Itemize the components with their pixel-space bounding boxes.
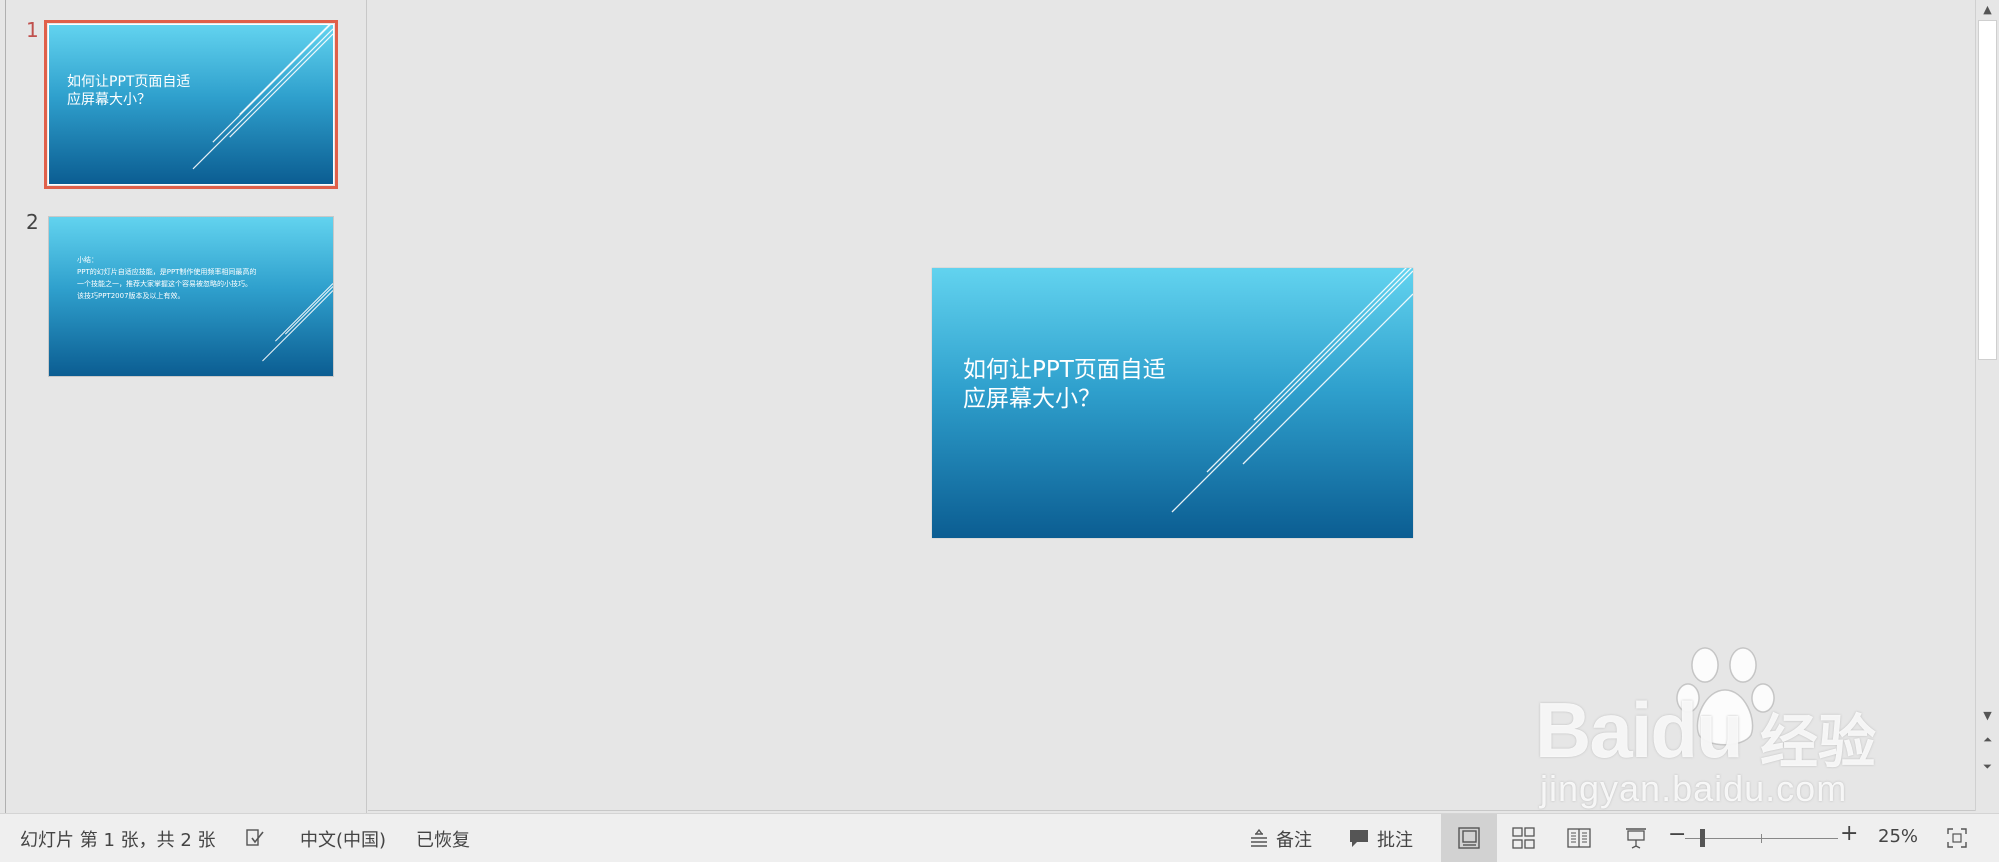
- slide-editing-area[interactable]: 如何让PPT页面自适 应屏幕大小？: [368, 0, 1975, 811]
- zoom-level[interactable]: 25%: [1878, 826, 1918, 847]
- zoom-in-icon[interactable]: +: [1840, 821, 1858, 846]
- slide-thumbnail-1[interactable]: 如何让PPT页面自适 应屏幕大小？: [44, 20, 338, 189]
- zoom-slider-handle[interactable]: [1700, 829, 1705, 847]
- vertical-scrollbar[interactable]: ▲ ▼ ⏶ ⏷: [1975, 0, 1999, 811]
- scroll-up-icon[interactable]: ▲: [1976, 0, 1999, 20]
- comments-button[interactable]: 批注: [1377, 826, 1413, 852]
- language-indicator[interactable]: 中文(中国): [300, 826, 386, 852]
- current-slide[interactable]: 如何让PPT页面自适 应屏幕大小？: [932, 268, 1413, 538]
- slide-counter[interactable]: 幻灯片 第 1 张，共 2 张: [20, 826, 216, 852]
- status-bar: 幻灯片 第 1 张，共 2 张 中文(中国) 已恢复 备注 批注 − + 25%: [0, 813, 1999, 862]
- slide-title[interactable]: 如何让PPT页面自适 应屏幕大小？: [963, 356, 1166, 414]
- slide-sorter-icon[interactable]: [1512, 826, 1536, 850]
- scroll-down-icon[interactable]: ▼: [1976, 706, 1999, 726]
- notes-icon[interactable]: [1247, 826, 1271, 850]
- slide-thumbnail-pane: 1 如何让PPT页面自适 应屏幕大小？ 2 小结： PPT的幻灯片自适应技能，是…: [0, 0, 367, 813]
- next-slide-icon[interactable]: ⏷: [1976, 757, 1999, 777]
- normal-view-button[interactable]: [1441, 814, 1497, 862]
- scrollbar-thumb[interactable]: [1978, 20, 1997, 360]
- zoom-out-icon[interactable]: −: [1668, 822, 1686, 847]
- thumbnail-body: 小结： PPT的幻灯片自适应技能，是PPT制作使用频率相同最高的 一个技能之一，…: [77, 256, 257, 300]
- normal-view-icon: [1458, 827, 1480, 849]
- slide-thumbnail-2[interactable]: 小结： PPT的幻灯片自适应技能，是PPT制作使用频率相同最高的 一个技能之一，…: [48, 216, 334, 377]
- zoom-center-tick: [1761, 834, 1762, 843]
- thumbnail-number-2: 2: [26, 210, 39, 234]
- fit-to-window-icon[interactable]: [1945, 826, 1969, 850]
- reading-view-icon[interactable]: [1567, 826, 1591, 850]
- pane-edge: [5, 0, 6, 813]
- powerpoint-window: 1 如何让PPT页面自适 应屏幕大小？ 2 小结： PPT的幻灯片自适应技能，是…: [0, 0, 1999, 862]
- notes-button[interactable]: 备注: [1276, 826, 1312, 852]
- thumbnail-number-1: 1: [26, 18, 39, 42]
- comment-icon[interactable]: [1347, 826, 1371, 850]
- thumbnail-title: 如何让PPT页面自适 应屏幕大小？: [67, 74, 191, 108]
- spellcheck-icon[interactable]: [243, 826, 267, 850]
- previous-slide-icon[interactable]: ⏶: [1976, 730, 1999, 750]
- slideshow-icon[interactable]: [1624, 826, 1648, 850]
- recovery-status: 已恢复: [416, 830, 470, 851]
